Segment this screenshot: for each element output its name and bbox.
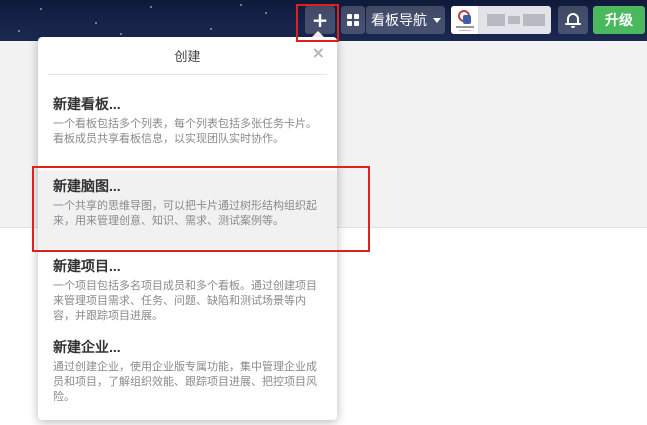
- star-decoration: [18, 30, 20, 32]
- menu-item-title: 新建项目...: [53, 258, 121, 274]
- bell-icon: [565, 12, 581, 28]
- menu-item-title: 新建企业...: [53, 339, 121, 355]
- menu-item-title: 新建看板...: [53, 96, 121, 112]
- star-decoration: [95, 22, 97, 24]
- star-decoration: [265, 12, 267, 14]
- star-decoration: [240, 4, 242, 6]
- create-add-button[interactable]: +: [305, 6, 335, 34]
- board-nav-label: 看板导航: [371, 12, 427, 28]
- menu-item-description: 一个项目包括多名项目成员和多个看板。通过创建项目来管理项目需求、任务、问题、缺陷…: [53, 280, 317, 322]
- menu-item-description: 一个共享的思维导图，可以把卡片通过树形结构组织起来，用来管理创意、知识、需求、测…: [53, 200, 317, 227]
- popover-title: 创建: [174, 49, 201, 64]
- menu-item-title: 新建脑图...: [53, 178, 121, 194]
- create-popover: 创建 × 新建看板... 一个看板包括多个列表，每个列表包括多张任务卡片。看板成…: [38, 37, 337, 420]
- star-decoration: [210, 28, 212, 30]
- popover-header: 创建 ×: [48, 37, 327, 75]
- star-decoration: [150, 6, 152, 8]
- user-menu-button[interactable]: [451, 6, 551, 34]
- menu-item-new-board[interactable]: 新建看板... 一个看板包括多个列表，每个列表包括多张任务卡片。看板成员共享看板…: [38, 95, 337, 147]
- grid-icon: [347, 14, 359, 26]
- star-decoration: [120, 33, 122, 35]
- upgrade-button[interactable]: 升级: [593, 6, 645, 34]
- username-blurred: [487, 13, 547, 27]
- caret-down-icon: [433, 17, 441, 23]
- star-decoration: [40, 8, 42, 10]
- menu-item-description: 通过创建企业，使用企业版专属功能，集中管理企业成员和项目，了解组织效能、跟踪项目…: [53, 361, 317, 403]
- board-grid-button[interactable]: [341, 6, 365, 34]
- menu-item-new-enterprise[interactable]: 新建企业... 通过创建企业，使用企业版专属功能，集中管理企业成员和项目，了解组…: [38, 338, 337, 405]
- notifications-button[interactable]: [558, 6, 588, 34]
- avatar: [451, 6, 479, 34]
- menu-item-new-project[interactable]: 新建项目... 一个项目包括多名项目成员和多个看板。通过创建项目来管理项目需求、…: [38, 257, 337, 324]
- menu-item-new-mindmap[interactable]: 新建脑图... 一个共享的思维导图，可以把卡片通过树形结构组织起来，用来管理创意…: [38, 170, 337, 249]
- menu-item-description: 一个看板包括多个列表，每个列表包括多张任务卡片。看板成员共享看板信息，以实现团队…: [53, 118, 317, 145]
- board-nav-dropdown[interactable]: 看板导航: [366, 6, 445, 34]
- plus-icon: +: [311, 8, 329, 32]
- close-icon[interactable]: ×: [312, 45, 325, 61]
